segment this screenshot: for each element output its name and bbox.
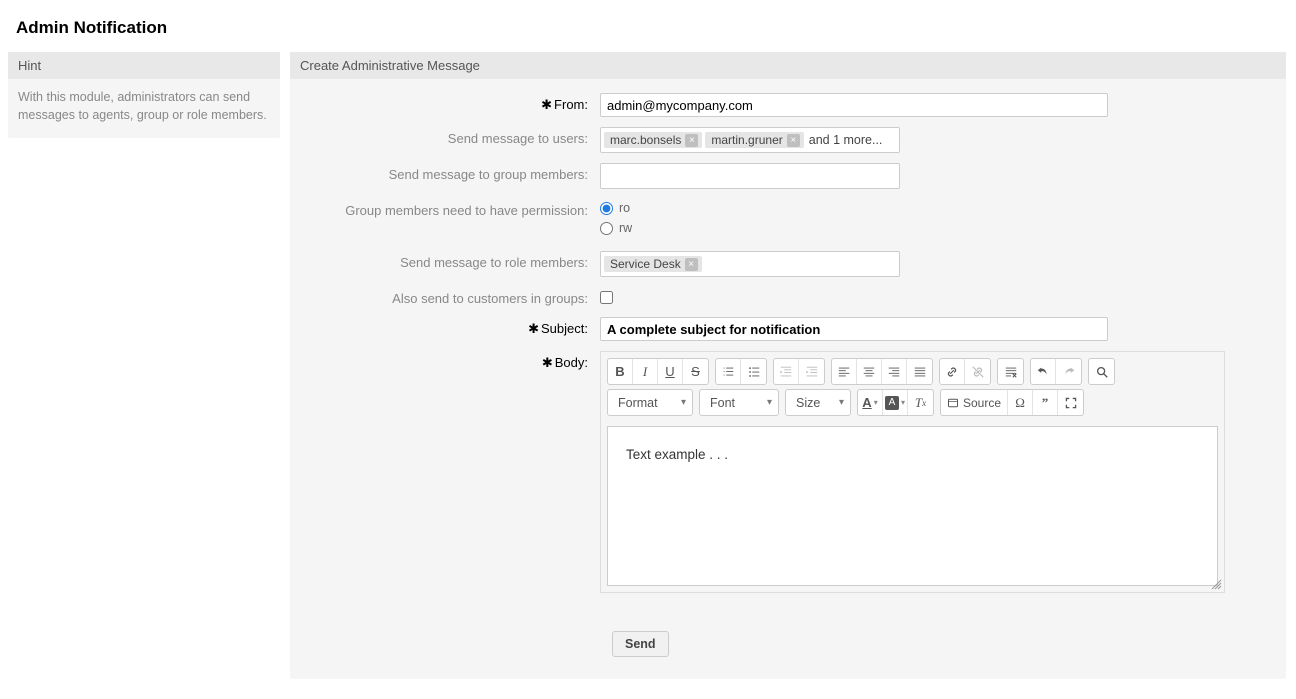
outdent-button[interactable] xyxy=(774,359,799,384)
perm-ro-radio[interactable] xyxy=(600,202,613,215)
source-button[interactable]: Source xyxy=(941,390,1008,415)
link-button[interactable] xyxy=(940,359,965,384)
body-label: ✱Body: xyxy=(308,351,600,371)
customers-label: Also send to customers in groups: xyxy=(308,287,600,306)
remove-format-button[interactable] xyxy=(998,359,1023,384)
hint-text: With this module, administrators can sen… xyxy=(8,79,280,138)
redo-button[interactable] xyxy=(1056,359,1081,384)
underline-button[interactable]: U xyxy=(658,359,683,384)
ordered-list-button[interactable] xyxy=(716,359,741,384)
resize-handle-icon[interactable] xyxy=(1210,578,1222,590)
customers-checkbox[interactable] xyxy=(600,291,613,304)
align-right-button[interactable] xyxy=(882,359,907,384)
page-title: Admin Notification xyxy=(16,18,1286,38)
body-editor[interactable]: Text example . . . xyxy=(607,426,1218,586)
send-button[interactable]: Send xyxy=(612,631,669,657)
indent-button[interactable] xyxy=(799,359,824,384)
strike-button[interactable]: S xyxy=(683,359,708,384)
role-token: Service Desk × xyxy=(604,256,702,272)
align-center-button[interactable] xyxy=(857,359,882,384)
remove-user-icon[interactable]: × xyxy=(685,134,698,147)
special-char-button[interactable]: Ω xyxy=(1008,390,1033,415)
perm-rw-radio[interactable] xyxy=(600,222,613,235)
hint-title: Hint xyxy=(8,52,280,79)
main-panel: Create Administrative Message ✱From: Sen… xyxy=(290,52,1286,679)
remove-role-icon[interactable]: × xyxy=(685,258,698,271)
groups-field[interactable] xyxy=(600,163,900,189)
format-dropdown[interactable]: Format▾ xyxy=(607,389,693,416)
bg-color-button[interactable]: A▾ xyxy=(883,390,908,415)
main-panel-title: Create Administrative Message xyxy=(290,52,1286,79)
user-token: martin.gruner × xyxy=(705,132,803,148)
users-more[interactable]: and 1 more... xyxy=(807,133,883,147)
bold-button[interactable]: B xyxy=(608,359,633,384)
subject-label: ✱Subject: xyxy=(308,317,600,337)
user-token: marc.bonsels × xyxy=(604,132,702,148)
perm-rw-option[interactable]: rw xyxy=(600,221,1268,235)
perm-ro-option[interactable]: ro xyxy=(600,201,1268,215)
align-left-button[interactable] xyxy=(832,359,857,384)
users-label: Send message to users: xyxy=(308,127,600,146)
from-input[interactable] xyxy=(600,93,1108,117)
clear-format-button[interactable]: Tx xyxy=(908,390,933,415)
maximize-button[interactable] xyxy=(1058,390,1083,415)
from-label: ✱From: xyxy=(308,93,600,113)
remove-user-icon[interactable]: × xyxy=(787,134,800,147)
italic-button[interactable]: I xyxy=(633,359,658,384)
align-justify-button[interactable] xyxy=(907,359,932,384)
groups-label: Send message to group members: xyxy=(308,163,600,182)
subject-input[interactable] xyxy=(600,317,1108,341)
rich-text-editor: B I U S xyxy=(600,351,1225,593)
size-dropdown[interactable]: Size▾ xyxy=(785,389,851,416)
undo-button[interactable] xyxy=(1031,359,1056,384)
perm-label: Group members need to have permission: xyxy=(308,199,600,218)
unlink-button[interactable] xyxy=(965,359,990,384)
users-field[interactable]: marc.bonsels × martin.gruner × and 1 mor… xyxy=(600,127,900,153)
roles-label: Send message to role members: xyxy=(308,251,600,270)
roles-field[interactable]: Service Desk × xyxy=(600,251,900,277)
unordered-list-button[interactable] xyxy=(741,359,766,384)
font-dropdown[interactable]: Font▾ xyxy=(699,389,779,416)
find-button[interactable] xyxy=(1089,359,1114,384)
hint-panel: Hint With this module, administrators ca… xyxy=(8,52,280,138)
quote-button[interactable]: ” xyxy=(1033,390,1058,415)
text-color-button[interactable]: A▾ xyxy=(858,390,883,415)
